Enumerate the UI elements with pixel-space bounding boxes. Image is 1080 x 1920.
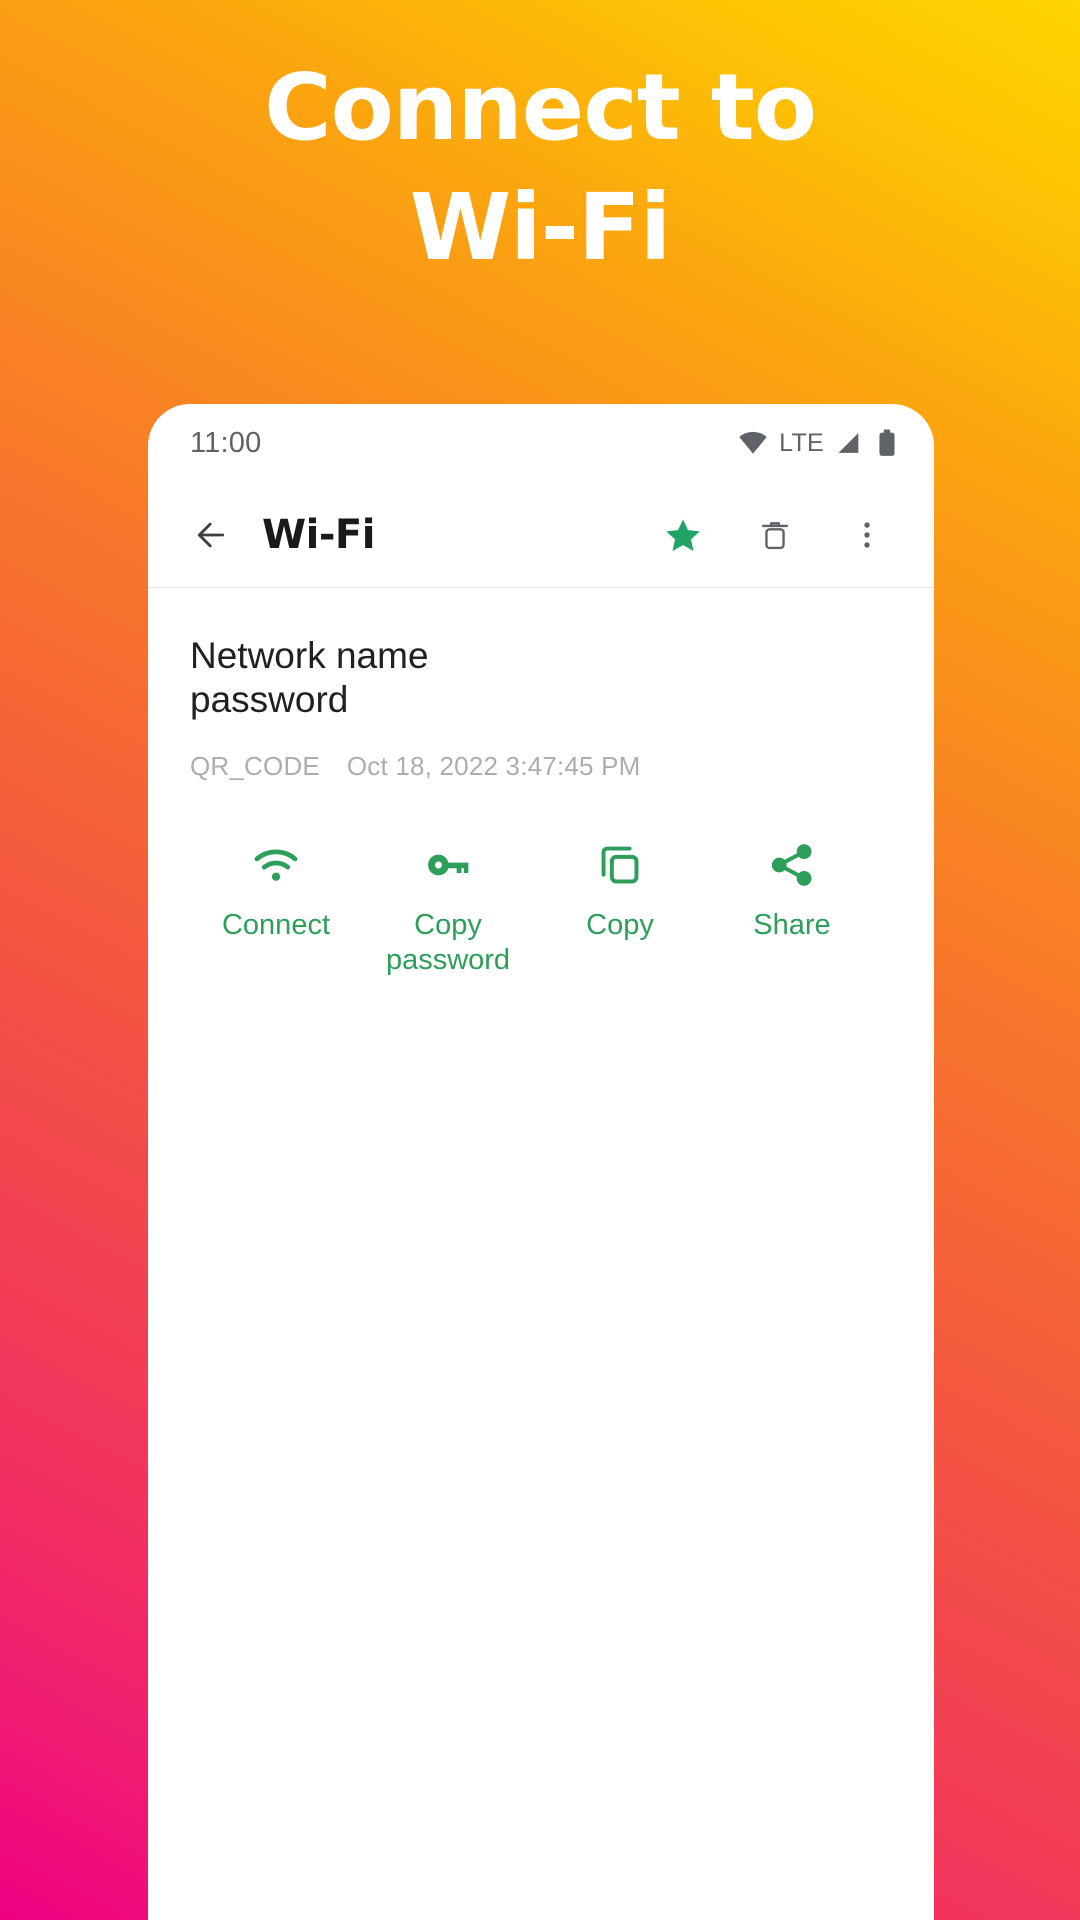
connect-action-label: Connect xyxy=(221,909,330,942)
qr-type-label: QR_CODE xyxy=(190,751,320,782)
network-password: password xyxy=(190,678,349,720)
wifi-icon xyxy=(250,836,302,894)
copy-icon xyxy=(595,836,645,894)
more-vert-icon xyxy=(850,518,884,552)
wifi-icon xyxy=(738,428,768,458)
copy-action-label: Copy xyxy=(586,909,654,942)
signal-icon xyxy=(835,429,863,457)
status-bar-icons: LTE xyxy=(738,428,900,458)
key-icon xyxy=(422,836,474,894)
promo-headline-line2: Wi-Fi xyxy=(409,173,672,281)
page-title: Wi-Fi xyxy=(262,511,375,558)
connect-action[interactable]: Connect xyxy=(190,836,362,942)
favorite-star-button[interactable] xyxy=(646,498,720,572)
share-action[interactable]: Share xyxy=(706,836,878,942)
network-name: Network name xyxy=(190,635,429,676)
qr-detail-content: Network name password QR_CODE Oct 18, 20… xyxy=(148,588,934,977)
status-bar-time: 11:00 xyxy=(190,426,262,459)
copy-password-action-label: Copy password xyxy=(385,909,511,976)
copy-action[interactable]: Copy xyxy=(534,836,706,942)
phone-mockup: 11:00 LTE Wi-Fi Network name password QR… xyxy=(148,404,934,1920)
share-action-label: Share xyxy=(753,909,831,942)
delete-button[interactable] xyxy=(738,498,812,572)
share-icon xyxy=(767,836,817,894)
copy-password-action[interactable]: Copy password xyxy=(362,836,534,976)
action-row: Connect Copy password Copy Share xyxy=(190,836,892,976)
network-type-label: LTE xyxy=(779,428,824,457)
star-filled-icon xyxy=(663,515,703,555)
back-button[interactable] xyxy=(174,498,248,572)
qr-timestamp: Oct 18, 2022 3:47:45 PM xyxy=(346,751,641,782)
network-detail-text: Network name password xyxy=(190,634,892,721)
app-bar: Wi-Fi xyxy=(148,482,934,588)
qr-meta-line: QR_CODE Oct 18, 2022 3:47:45 PM xyxy=(190,751,892,782)
promo-headline-line1: Connect to xyxy=(264,54,817,161)
promo-headline: Connect to Wi-Fi xyxy=(0,48,1080,287)
arrow-back-icon xyxy=(191,515,231,555)
status-bar: 11:00 LTE xyxy=(148,404,934,482)
overflow-menu-button[interactable] xyxy=(830,498,904,572)
battery-icon xyxy=(874,429,900,457)
trash-icon xyxy=(756,516,794,554)
